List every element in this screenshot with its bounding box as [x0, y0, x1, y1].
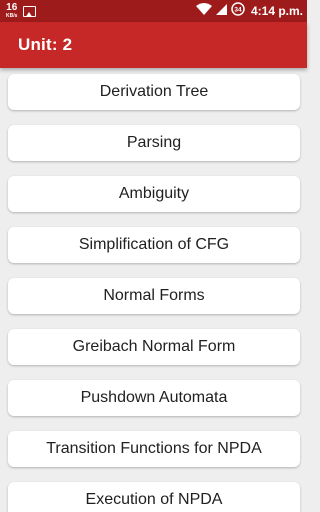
page-title: Unit: 2 — [18, 35, 73, 54]
network-speed-unit: KB/s — [6, 13, 18, 19]
topic-item-pushdown-automata[interactable]: Pushdown Automata — [8, 380, 300, 416]
topic-item-greibach-normal-form[interactable]: Greibach Normal Form — [8, 329, 300, 365]
topic-item-derivation-tree[interactable]: Derivation Tree — [8, 74, 300, 110]
wifi-icon — [195, 2, 212, 20]
topic-item-simplification-of-cfg[interactable]: Simplification of CFG — [8, 227, 300, 263]
signal-icon — [215, 2, 227, 20]
topic-item-parsing[interactable]: Parsing — [8, 125, 300, 161]
image-notification-icon — [23, 5, 37, 17]
topic-item-transition-functions-npda[interactable]: Transition Functions for NPDA — [8, 431, 300, 467]
battery-saver-icon: 34 — [231, 1, 245, 21]
topic-item-ambiguity[interactable]: Ambiguity — [8, 176, 300, 212]
topic-item-execution-of-npda[interactable]: Execution of NPDA — [8, 482, 300, 512]
topic-item-normal-forms[interactable]: Normal Forms — [8, 278, 300, 314]
topic-list: Derivation Tree Parsing Ambiguity Simpli… — [0, 68, 307, 512]
app-bar: Unit: 2 — [0, 22, 307, 68]
clock-time: 4:14 p.m. — [250, 4, 303, 18]
battery-level-text: 34 — [234, 6, 242, 13]
status-bar: 16 KB/s 34 4:14 p.m. — [0, 0, 307, 22]
network-speed-indicator: 16 KB/s — [6, 3, 17, 19]
network-speed-value: 16 — [6, 2, 18, 13]
